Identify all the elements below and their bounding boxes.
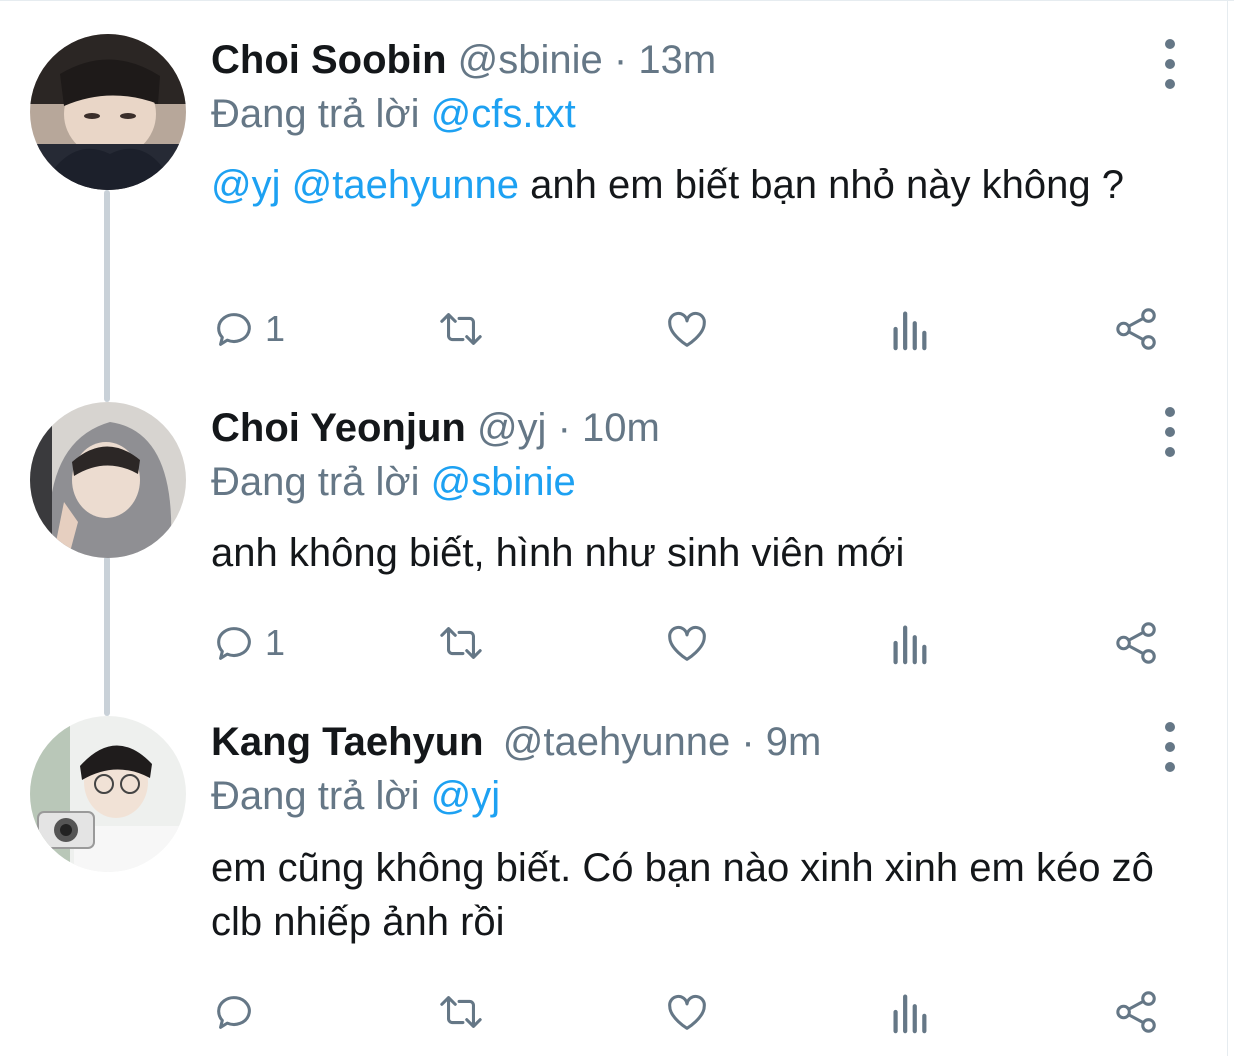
thread-connector bbox=[104, 190, 110, 402]
like-icon bbox=[668, 625, 706, 661]
user-handle[interactable]: @taehyunne bbox=[503, 720, 730, 764]
replying-to: Đang trả lời @cfs.txt bbox=[211, 90, 576, 138]
right-divider bbox=[1227, 0, 1234, 1056]
avatar[interactable] bbox=[30, 716, 186, 872]
avatar[interactable] bbox=[30, 402, 186, 558]
like-icon bbox=[668, 311, 706, 347]
replying-label: Đang trả lời bbox=[211, 774, 420, 818]
share-button[interactable] bbox=[1114, 987, 1160, 1037]
reply-button[interactable]: 1 bbox=[211, 304, 285, 354]
retweet-icon bbox=[440, 313, 482, 345]
replying-mention[interactable]: @sbinie bbox=[431, 460, 576, 504]
more-options-icon[interactable] bbox=[1160, 722, 1180, 772]
avatar-photo-icon bbox=[30, 34, 186, 190]
display-name[interactable]: Choi Soobin bbox=[211, 38, 447, 82]
separator-dot: · bbox=[613, 38, 628, 82]
body-text: anh không biết, hình như sinh viên mới bbox=[211, 531, 905, 575]
user-handle[interactable]: @yj bbox=[477, 406, 547, 450]
reply-button[interactable]: 1 bbox=[211, 618, 285, 668]
reply-icon bbox=[217, 313, 251, 346]
more-options-icon[interactable] bbox=[1160, 39, 1180, 89]
thread-connector bbox=[104, 556, 110, 716]
share-button[interactable] bbox=[1114, 304, 1160, 354]
retweet-button[interactable] bbox=[436, 987, 486, 1037]
like-icon bbox=[668, 994, 706, 1030]
share-button[interactable] bbox=[1114, 618, 1160, 668]
reply-count: 1 bbox=[265, 308, 286, 349]
replying-mention[interactable]: @cfs.txt bbox=[431, 92, 576, 136]
body-text: anh em biết bạn nhỏ này không ? bbox=[519, 163, 1124, 207]
retweet-icon bbox=[440, 996, 482, 1028]
reply-icon bbox=[217, 996, 251, 1029]
reply-button[interactable] bbox=[211, 987, 257, 1037]
replying-to: Đang trả lời @yj bbox=[211, 772, 500, 820]
tweet-text: anh không biết, hình như sinh viên mới bbox=[211, 526, 1171, 580]
analytics-icon bbox=[893, 311, 927, 351]
timestamp[interactable]: 10m bbox=[582, 406, 660, 450]
analytics-icon bbox=[893, 625, 927, 665]
user-handle[interactable]: @sbinie bbox=[458, 38, 603, 82]
analytics-button[interactable] bbox=[889, 618, 929, 668]
avatar[interactable] bbox=[30, 34, 186, 190]
analytics-button[interactable] bbox=[889, 304, 929, 354]
body-text: em cũng không biết. Có bạn nào xinh xinh… bbox=[211, 846, 1154, 944]
retweet-button[interactable] bbox=[436, 304, 486, 354]
timestamp[interactable]: 13m bbox=[638, 38, 716, 82]
timestamp[interactable]: 9m bbox=[766, 720, 822, 764]
avatar-photo-icon bbox=[30, 716, 186, 872]
top-divider bbox=[0, 0, 1234, 7]
tweet-text: em cũng không biết. Có bạn nào xinh xinh… bbox=[211, 841, 1171, 949]
replying-label: Đang trả lời bbox=[211, 460, 420, 504]
reply-icon bbox=[217, 627, 251, 660]
share-icon bbox=[1116, 308, 1156, 350]
replying-label: Đang trả lời bbox=[211, 92, 420, 136]
replying-to: Đang trả lời @sbinie bbox=[211, 458, 576, 506]
tweet-text: @yj @taehyunne anh em biết bạn nhỏ này k… bbox=[211, 158, 1171, 212]
separator-dot: · bbox=[557, 406, 571, 450]
tweet-header: Kang Taehyun @taehyunne · 9m bbox=[211, 718, 821, 766]
tweet-actions: 1 bbox=[211, 304, 1171, 354]
tweet-header: Choi Soobin @sbinie · 13m bbox=[211, 36, 716, 84]
retweet-button[interactable] bbox=[436, 618, 486, 668]
share-icon bbox=[1116, 991, 1156, 1033]
avatar-photo-icon bbox=[30, 402, 186, 558]
tweet-actions: 1 bbox=[211, 618, 1171, 668]
reply-count: 1 bbox=[265, 622, 286, 663]
analytics-button[interactable] bbox=[889, 987, 929, 1037]
tweet-actions bbox=[211, 987, 1171, 1037]
replying-mention[interactable]: @yj bbox=[431, 774, 501, 818]
analytics-icon bbox=[893, 994, 927, 1034]
tweet-header: Choi Yeonjun @yj · 10m bbox=[211, 404, 660, 452]
like-button[interactable] bbox=[663, 987, 711, 1037]
display-name[interactable]: Kang Taehyun bbox=[211, 720, 484, 764]
display-name[interactable]: Choi Yeonjun bbox=[211, 406, 466, 450]
retweet-icon bbox=[440, 627, 482, 659]
share-icon bbox=[1116, 622, 1156, 664]
separator-dot: · bbox=[741, 720, 755, 764]
more-options-icon[interactable] bbox=[1160, 407, 1180, 457]
like-button[interactable] bbox=[663, 618, 711, 668]
body-mentions[interactable]: @yj @taehyunne bbox=[211, 163, 519, 207]
like-button[interactable] bbox=[663, 304, 711, 354]
